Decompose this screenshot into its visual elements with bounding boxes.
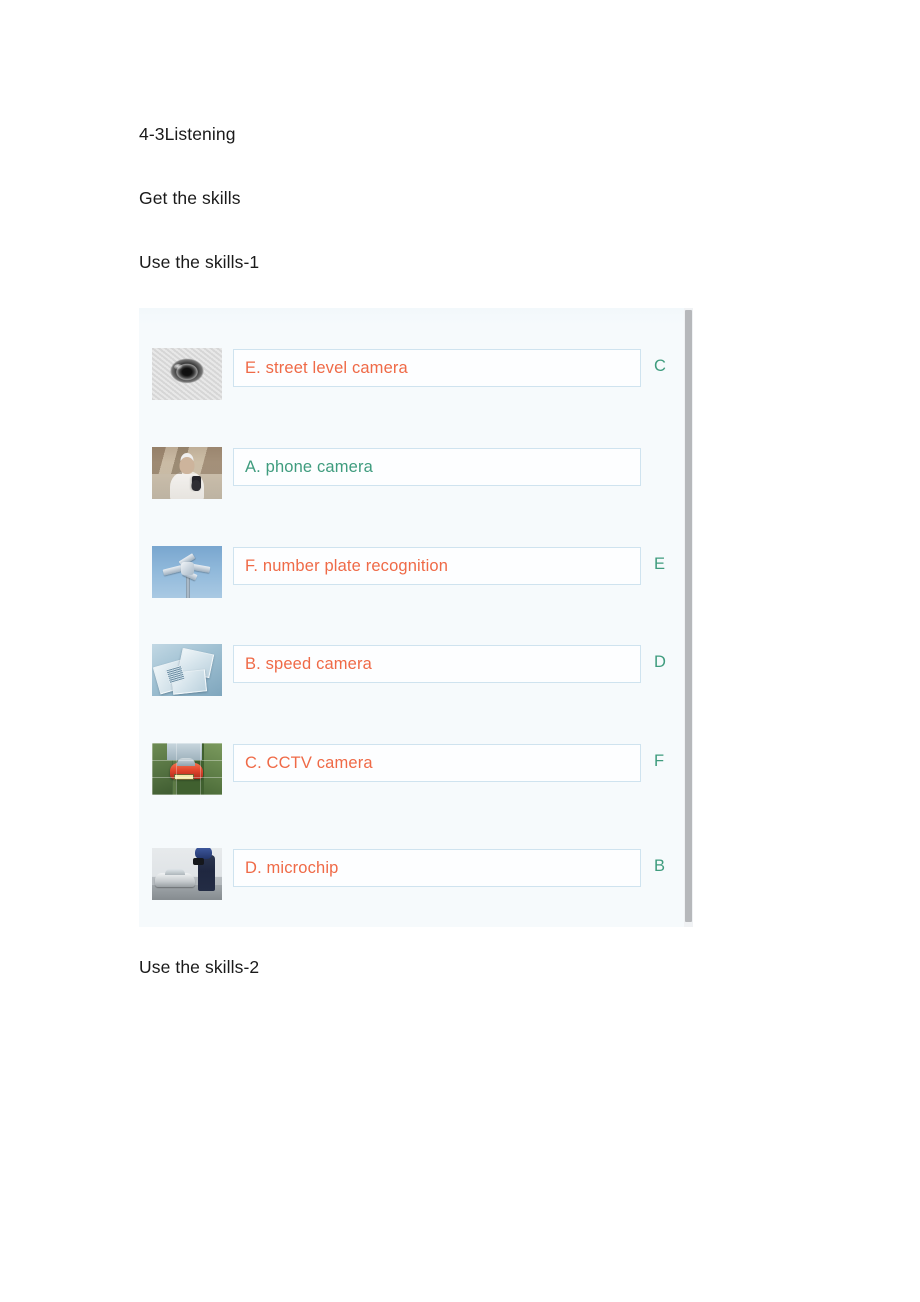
table-row[interactable]: F. number plate recognition E	[139, 546, 693, 602]
microchips-thumbnail	[152, 644, 222, 696]
answer-text: A. phone camera	[245, 457, 373, 476]
heading-use-the-skills-1: Use the skills-1	[139, 252, 260, 272]
answer-text: E. street level camera	[245, 358, 408, 377]
answer-letter-5: F	[654, 752, 665, 770]
answer-input-1[interactable]: E. street level camera	[233, 349, 641, 387]
heading-get-the-skills: Get the skills	[139, 188, 241, 208]
answer-letter-3: E	[654, 555, 666, 573]
table-row[interactable]: A. phone camera	[139, 447, 693, 503]
table-row[interactable]: D. microchip B	[139, 848, 693, 904]
police-speed-gun-thumbnail	[152, 848, 222, 900]
heading-use-the-skills-2: Use the skills-2	[139, 957, 260, 977]
red-car-plate-recognition-thumbnail	[152, 743, 222, 795]
answer-text: B. speed camera	[245, 654, 372, 673]
answer-input-4[interactable]: B. speed camera	[233, 645, 641, 683]
exercise-panel: E. street level camera C A. phone camera	[139, 308, 693, 927]
panel-scrollbar[interactable]	[684, 308, 693, 927]
cameras-on-pole-thumbnail	[152, 546, 222, 598]
answer-input-2[interactable]: A. phone camera	[233, 448, 641, 486]
page-title: 4-3Listening	[139, 124, 236, 144]
exercise-panel-content: E. street level camera C A. phone camera	[139, 308, 693, 927]
answer-input-3[interactable]: F. number plate recognition	[233, 547, 641, 585]
answer-text: C. CCTV camera	[245, 753, 373, 772]
table-row[interactable]: B. speed camera D	[139, 644, 693, 700]
answer-input-5[interactable]: C. CCTV camera	[233, 744, 641, 782]
answer-letter-6: B	[654, 857, 666, 875]
answer-input-6[interactable]: D. microchip	[233, 849, 641, 887]
answer-letter-4: D	[654, 653, 666, 671]
dome-cctv-camera-thumbnail	[152, 348, 222, 400]
answer-letter-1: C	[654, 357, 666, 375]
table-row[interactable]: E. street level camera C	[139, 348, 693, 404]
answer-text: D. microchip	[245, 858, 339, 877]
person-holding-phone-thumbnail	[152, 447, 222, 499]
table-row[interactable]: C. CCTV camera F	[139, 743, 693, 799]
scrollbar-thumb[interactable]	[685, 310, 692, 922]
answer-text: F. number plate recognition	[245, 556, 449, 575]
